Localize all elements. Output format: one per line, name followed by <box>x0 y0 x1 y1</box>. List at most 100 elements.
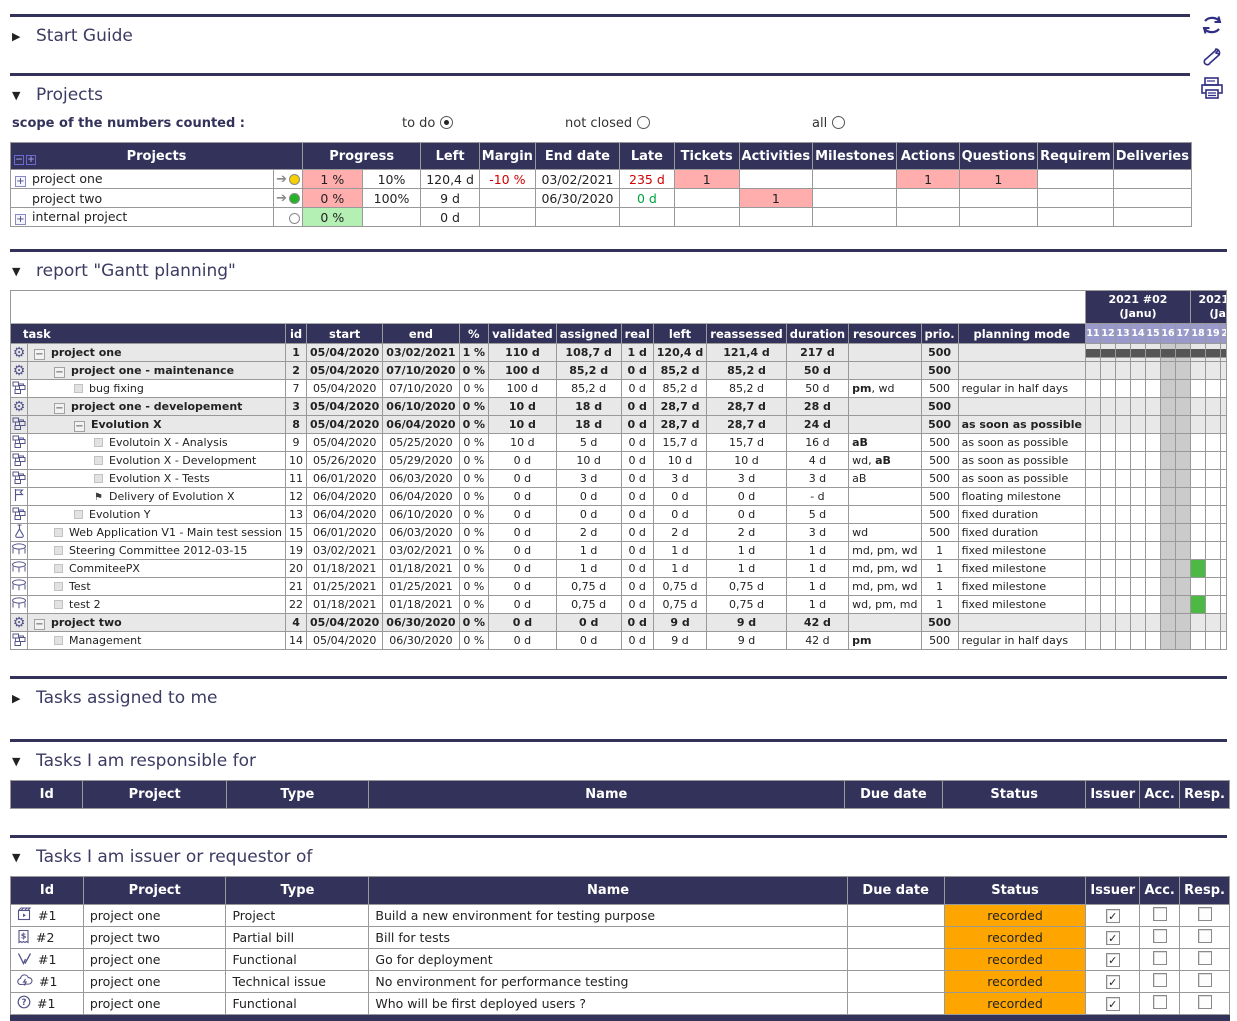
task-name[interactable]: project one - maintenance <box>71 364 234 377</box>
task-id[interactable]: #1 <box>37 996 55 1011</box>
task-name[interactable]: Evolutoin X - Analysis <box>109 436 228 449</box>
gantt-column-header: end <box>383 324 459 344</box>
task-name[interactable]: Web Application V1 - Main test session <box>69 526 282 539</box>
task-name[interactable]: Management <box>69 634 141 647</box>
project-name[interactable]: project one <box>32 171 103 186</box>
refresh-icon[interactable] <box>1199 12 1225 38</box>
activities-count[interactable]: 1 <box>739 189 813 208</box>
issuer-checkbox[interactable]: ✓ <box>1106 953 1120 967</box>
task-duration: 50 d <box>786 362 848 380</box>
resp-checkbox[interactable] <box>1198 929 1212 943</box>
resp-checkbox[interactable] <box>1198 973 1212 987</box>
task-priority: 500 <box>921 452 958 470</box>
collapse-icon[interactable]: − <box>34 619 45 630</box>
gantt-column-header: start <box>307 324 383 344</box>
gantt-day-cell <box>1130 524 1145 542</box>
task-name[interactable]: No environment for performance testing <box>369 971 847 993</box>
wrench-icon[interactable] <box>1199 45 1225 69</box>
acc-checkbox[interactable] <box>1153 907 1167 921</box>
expand-icon[interactable]: + <box>15 176 26 187</box>
collapse-icon[interactable]: − <box>54 403 65 414</box>
issuer-checkbox[interactable]: ✓ <box>1106 975 1120 989</box>
issuer-checkbox[interactable]: ✓ <box>1106 997 1120 1011</box>
task-reassessed: 9 d <box>707 614 786 632</box>
task-name[interactable]: test 2 <box>69 598 101 611</box>
task-name[interactable]: Evolution X - Tests <box>109 472 210 485</box>
task-name[interactable]: bug fixing <box>89 382 144 395</box>
task-name[interactable]: Delivery of Evolution X <box>109 490 235 503</box>
scope-radio-to-do[interactable]: to do <box>402 116 453 131</box>
print-icon[interactable] <box>1199 76 1225 100</box>
task-reassessed: 15,7 d <box>707 434 786 452</box>
questions-count <box>959 208 1037 227</box>
task-name[interactable]: Evolution X <box>91 418 162 431</box>
section-header-projects[interactable]: ▼ Projects <box>10 76 1227 114</box>
project-name[interactable]: project two <box>32 191 102 206</box>
expand-all-icon[interactable]: + <box>26 155 36 165</box>
task-id: 8 <box>286 416 307 434</box>
task-priority: 500 <box>921 380 958 398</box>
task-name-cell: Evolution X - Development <box>28 452 286 470</box>
radio-button-icon[interactable] <box>832 116 845 129</box>
leaf-icon <box>54 528 63 537</box>
expand-icon[interactable]: + <box>15 214 26 225</box>
radio-button-icon[interactable] <box>440 116 453 129</box>
task-type-cell <box>11 596 28 614</box>
task-id[interactable]: #1 <box>39 974 57 989</box>
radio-button-icon[interactable] <box>637 116 650 129</box>
task-name[interactable]: project one <box>51 346 122 359</box>
task-resources <box>849 614 921 632</box>
section-header-tasks-issuer[interactable]: ▼ Tasks I am issuer or requestor of <box>10 838 1227 876</box>
gantt-day-cell <box>1175 488 1190 506</box>
gantt-column-header: reassessed <box>707 324 786 344</box>
issuer-checkbox[interactable]: ✓ <box>1106 909 1120 923</box>
gantt-day-cell <box>1145 506 1160 524</box>
scope-radio-all[interactable]: all <box>812 116 845 131</box>
task-id[interactable]: #1 <box>38 908 56 923</box>
task-duration: 1 d <box>786 542 848 560</box>
resp-checkbox[interactable] <box>1198 907 1212 921</box>
task-name[interactable]: Evolution Y <box>89 508 151 521</box>
task-name[interactable]: Steering Committee 2012-03-15 <box>69 544 247 557</box>
task-name[interactable]: project one - developement <box>71 400 242 413</box>
actions-count[interactable]: 1 <box>897 170 959 189</box>
acc-checkbox[interactable] <box>1153 973 1167 987</box>
task-real: 0 d <box>621 542 653 560</box>
acc-checkbox[interactable] <box>1153 995 1167 1009</box>
task-name[interactable]: Who will be first deployed users ? <box>369 993 847 1015</box>
resp-checkbox[interactable] <box>1198 951 1212 965</box>
section-header-tasks-assigned[interactable]: ▶ Tasks assigned to me <box>10 679 1227 717</box>
acc-checkbox[interactable] <box>1153 929 1167 943</box>
collapse-all-icon[interactable]: − <box>14 155 24 165</box>
task-name[interactable]: CommiteePX <box>69 562 140 575</box>
task-name[interactable]: Evolution X - Development <box>109 454 256 467</box>
task-id: 21 <box>286 578 307 596</box>
task-name[interactable]: Build a new environment for testing purp… <box>369 905 847 927</box>
task-name[interactable]: Test <box>69 580 91 593</box>
questions-count[interactable]: 1 <box>959 170 1037 189</box>
section-header-gantt-report[interactable]: ▼ report "Gantt planning" <box>10 252 1227 290</box>
project-status-cell: ➔ <box>274 170 303 189</box>
leaf-icon <box>94 438 103 447</box>
section-header-start-guide[interactable]: ▶ Start Guide <box>10 17 1227 55</box>
issuer-checkbox[interactable]: ✓ <box>1106 931 1120 945</box>
gantt-day-cell <box>1160 344 1175 362</box>
section-header-tasks-responsible[interactable]: ▼ Tasks I am responsible for <box>10 742 1227 780</box>
collapse-icon[interactable]: − <box>54 367 65 378</box>
acc-checkbox[interactable] <box>1153 951 1167 965</box>
tasks-responsible-table: IdProjectTypeNameDue dateStatusIssuerAcc… <box>10 780 1230 809</box>
collapse-icon[interactable]: − <box>34 349 45 360</box>
task-name[interactable]: project two <box>51 616 122 629</box>
task-name[interactable]: Bill for tests <box>369 927 847 949</box>
issuer-cell: ✓ <box>1086 993 1140 1015</box>
task-start: 05/04/2020 <box>307 632 383 650</box>
project-name[interactable]: internal project <box>32 209 127 224</box>
scope-radio-not-closed[interactable]: not closed <box>565 116 650 131</box>
task-id[interactable]: #2 <box>36 930 54 945</box>
resp-checkbox[interactable] <box>1198 995 1212 1009</box>
tickets-count[interactable]: 1 <box>674 170 739 189</box>
collapse-icon[interactable]: − <box>74 421 85 432</box>
task-name[interactable]: Go for deployment <box>369 949 847 971</box>
task-id[interactable]: #1 <box>38 952 56 967</box>
radio-label: to do <box>402 116 435 131</box>
